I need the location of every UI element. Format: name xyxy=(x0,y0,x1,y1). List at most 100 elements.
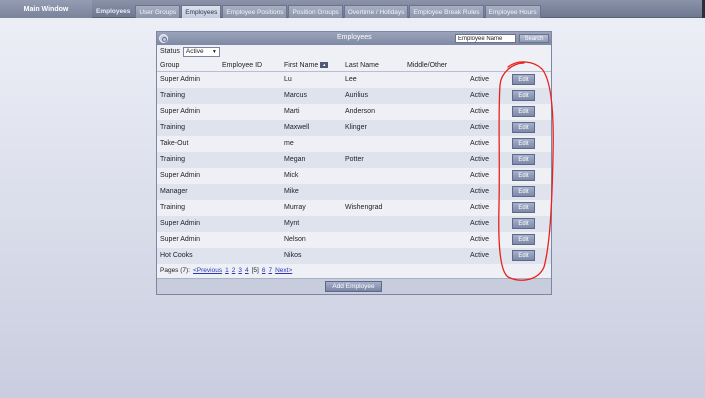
cell-first-name: Nelson xyxy=(284,236,306,243)
previous-page-link[interactable]: <Previous xyxy=(193,267,222,274)
cell-group: Training xyxy=(160,156,186,163)
table-row: Super Admin Mick Active Edit xyxy=(157,168,551,184)
tab-employee-positions[interactable]: Employee Positions xyxy=(222,5,288,18)
cell-group: Super Admin xyxy=(160,108,201,115)
cell-status: Active xyxy=(470,220,490,227)
sort-ascending-icon[interactable]: ▲ xyxy=(320,62,329,69)
cell-status: Active xyxy=(470,92,490,99)
column-header-middle[interactable]: Middle/Other xyxy=(407,62,447,69)
status-label: Status xyxy=(160,48,180,55)
edit-button[interactable]: Edit xyxy=(512,154,535,165)
cell-first-name: Murray xyxy=(284,204,306,211)
column-header-group[interactable]: Group xyxy=(160,62,179,69)
page-link[interactable]: 2 xyxy=(232,267,236,274)
cell-group: Super Admin xyxy=(160,76,201,83)
page-link[interactable]: 4 xyxy=(245,267,249,274)
cell-group: Training xyxy=(160,92,186,99)
cell-first-name: Nikos xyxy=(284,252,302,259)
column-header-row: Group Employee ID First Name ▲ Last Name … xyxy=(157,60,551,72)
edit-button[interactable]: Edit xyxy=(512,122,535,133)
status-selected-value: Active xyxy=(185,48,204,55)
chevron-down-icon: ▼ xyxy=(211,48,217,55)
column-header-last-name[interactable]: Last Name xyxy=(345,62,379,69)
cell-group: Super Admin xyxy=(160,220,201,227)
cell-status: Active xyxy=(470,140,490,147)
table-row: Training Marcus Aurilius Active Edit xyxy=(157,88,551,104)
table-row: Super Admin Lu Lee Active Edit xyxy=(157,72,551,88)
cell-first-name: Maxwell xyxy=(284,124,310,131)
pages-label: Pages (7): xyxy=(160,267,190,274)
tab-overtime-holidays[interactable]: Overtime / Holidays xyxy=(343,5,409,18)
tab-employee-break-rules[interactable]: Employee Break Rules xyxy=(409,5,484,18)
top-menu-bar: Main Window Employees User Groups Employee… xyxy=(0,0,705,18)
edit-button[interactable]: Edit xyxy=(512,106,535,117)
edit-button[interactable]: Edit xyxy=(512,218,535,229)
cell-group: Training xyxy=(160,204,186,211)
edit-button[interactable]: Edit xyxy=(512,186,535,197)
cell-first-name: Lu xyxy=(284,76,292,83)
column-header-first-name[interactable]: First Name ▲ xyxy=(284,62,329,69)
table-row: Training Murray Wishengrad Active Edit xyxy=(157,200,551,216)
page-link[interactable]: 3 xyxy=(238,267,242,274)
edit-button[interactable]: Edit xyxy=(512,74,535,85)
cell-status: Active xyxy=(470,108,490,115)
edit-button[interactable]: Edit xyxy=(512,138,535,149)
table-row: Training Maxwell Klinger Active Edit xyxy=(157,120,551,136)
cell-group: Take-Out xyxy=(160,140,189,147)
employees-panel: Employees Search Status Active ▼ Group E… xyxy=(156,31,552,295)
cell-first-name: Mynt xyxy=(284,220,300,227)
table-row: Super Admin Nelson Active Edit xyxy=(157,232,551,248)
tab-employees[interactable]: Employees xyxy=(96,5,134,18)
column-header-employee-id[interactable]: Employee ID xyxy=(222,62,262,69)
cell-status: Active xyxy=(470,156,490,163)
column-header-first-name-label: First Name xyxy=(284,62,319,69)
cell-last-name: Wishengrad xyxy=(345,204,383,211)
status-filter: Status Active ▼ xyxy=(160,46,220,57)
page-link[interactable]: 6 xyxy=(262,267,266,274)
cell-last-name: Anderson xyxy=(345,108,375,115)
cell-first-name: Megan xyxy=(284,156,306,163)
panel-header: Employees Search xyxy=(157,32,551,45)
cell-group: Training xyxy=(160,124,186,131)
add-employee-button[interactable]: Add Employee xyxy=(325,281,382,292)
table-row: Training Megan Potter Active Edit xyxy=(157,152,551,168)
next-page-link[interactable]: Next> xyxy=(275,267,292,274)
cell-status: Active xyxy=(470,124,490,131)
cell-first-name: Marcus xyxy=(284,92,307,99)
cell-status: Active xyxy=(470,172,490,179)
tab-position-groups[interactable]: Position Groups xyxy=(288,5,343,18)
cell-last-name: Lee xyxy=(345,76,357,83)
table-row: Manager Mike Active Edit xyxy=(157,184,551,200)
status-select[interactable]: Active ▼ xyxy=(182,46,220,57)
tab-bar: Employees User Groups Employees Employee Po… xyxy=(96,5,541,18)
page-link[interactable]: 7 xyxy=(268,267,272,274)
edit-button[interactable]: Edit xyxy=(512,234,535,245)
cell-first-name: me xyxy=(284,140,294,147)
table-row: Super Admin Mynt Active Edit xyxy=(157,216,551,232)
tab-employees-active[interactable]: Employees xyxy=(181,5,222,18)
app-logo-icon xyxy=(159,34,168,43)
search-button[interactable]: Search xyxy=(519,34,549,43)
cell-last-name: Klinger xyxy=(345,124,367,131)
page-link[interactable]: 1 xyxy=(225,267,229,274)
table-row: Hot Cooks Nikos Active Edit xyxy=(157,248,551,264)
edit-button[interactable]: Edit xyxy=(512,170,535,181)
panel-footer: Add Employee xyxy=(157,278,551,294)
edit-button[interactable]: Edit xyxy=(512,250,535,261)
cell-first-name: Marti xyxy=(284,108,300,115)
edit-button[interactable]: Edit xyxy=(512,202,535,213)
panel-title: Employees xyxy=(337,34,372,41)
cell-first-name: Mick xyxy=(284,172,299,179)
cell-group: Hot Cooks xyxy=(160,252,193,259)
current-page: [5] xyxy=(251,267,259,274)
cell-status: Active xyxy=(470,236,490,243)
cell-status: Active xyxy=(470,204,490,211)
cell-group: Manager xyxy=(160,188,188,195)
cell-first-name: Mike xyxy=(284,188,299,195)
edit-button[interactable]: Edit xyxy=(512,90,535,101)
employee-table-body: Super Admin Lu Lee Active Edit Training Marcus… xyxy=(157,72,551,264)
search-input[interactable] xyxy=(455,34,516,43)
main-window-tab[interactable]: Main Window xyxy=(0,0,92,18)
tab-employee-hours[interactable]: Employee Hours xyxy=(484,5,541,18)
tab-user-groups[interactable]: User Groups xyxy=(135,5,181,18)
